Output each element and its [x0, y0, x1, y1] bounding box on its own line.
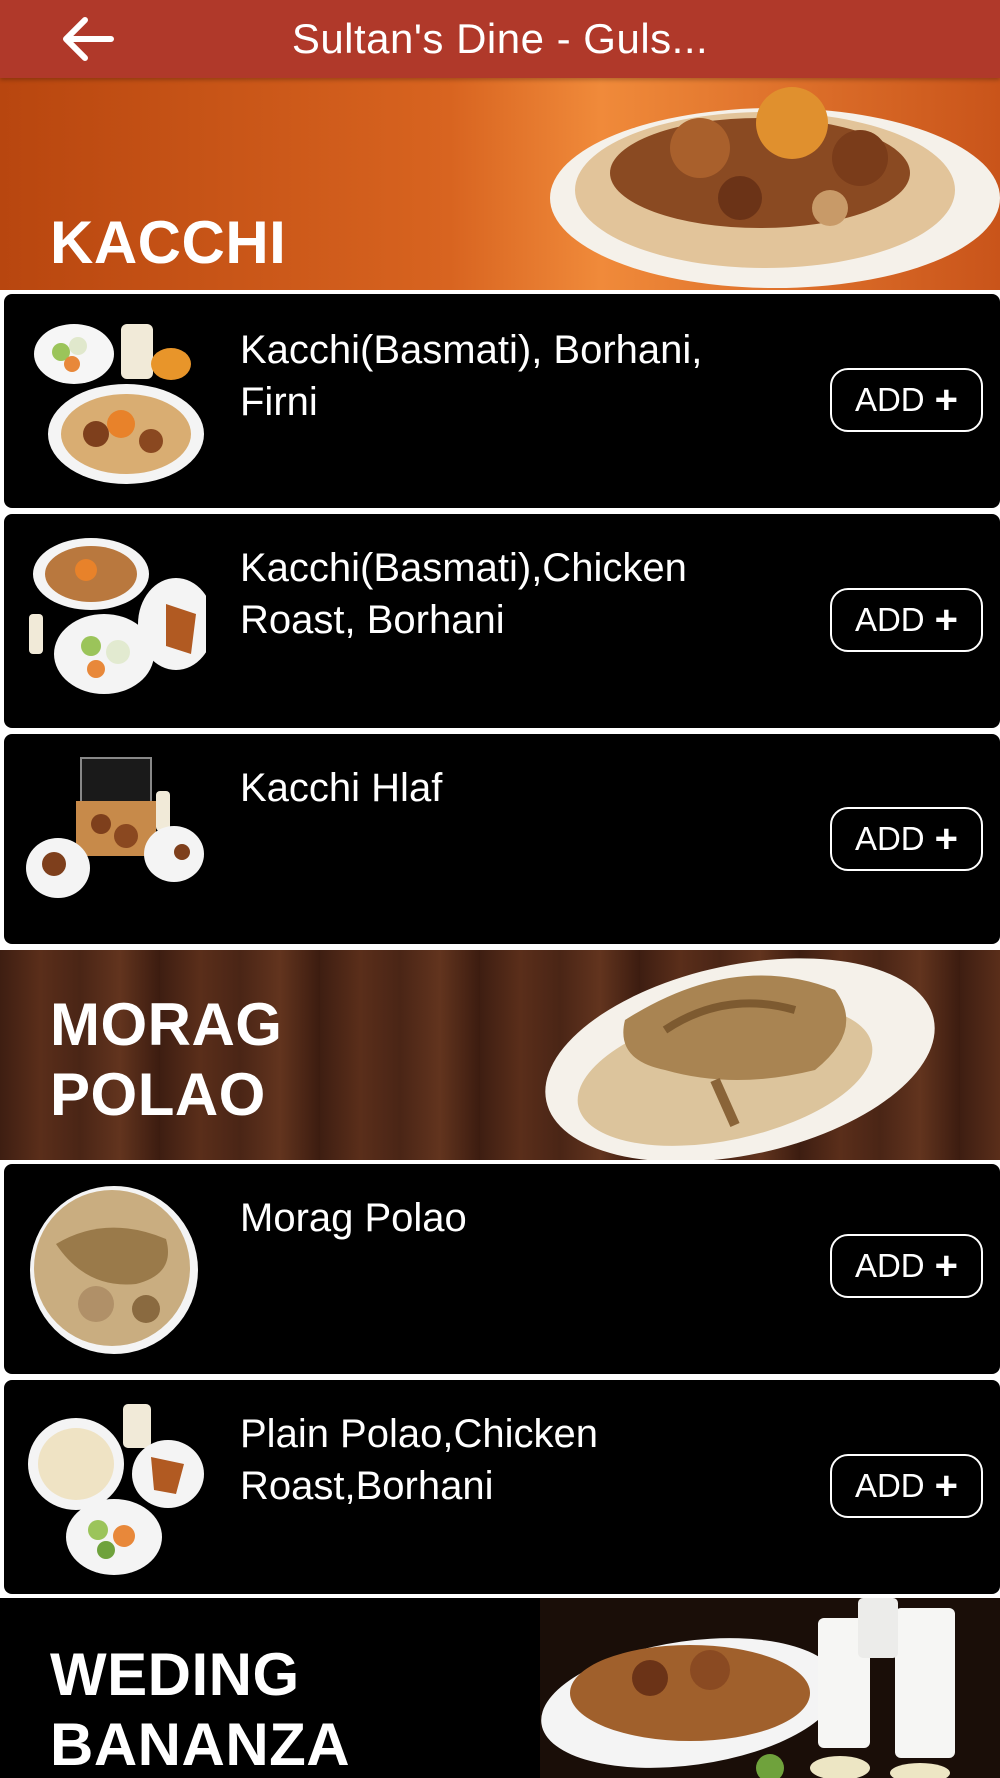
- back-button[interactable]: [52, 10, 122, 68]
- menu-item-name: Kacchi(Basmati),Chicken Roast, Borhani: [240, 546, 687, 642]
- menu-item-name: Morag Polao: [240, 1196, 467, 1240]
- category-title-weding-bananza: WEDING BANANZA: [50, 1641, 351, 1778]
- plus-icon: +: [934, 1244, 959, 1288]
- app-header: Sultan's Dine - Guls...: [0, 0, 1000, 78]
- plus-icon: +: [934, 1464, 959, 1508]
- plus-icon: +: [934, 817, 959, 861]
- page-title: Sultan's Dine - Guls...: [291, 15, 709, 62]
- category-title-kacchi: KACCHI: [50, 209, 287, 276]
- category-banner-kacchi: KACCHI: [0, 78, 1000, 290]
- add-button[interactable]: ADD +: [830, 368, 983, 432]
- morag-polao-thumbnail: [30, 1186, 198, 1354]
- kacchi-chicken-roast-thumbnail: [29, 538, 206, 694]
- menu-item: Kacchi Hlaf ADD +: [4, 734, 1000, 944]
- menu-item: Morag Polao ADD +: [4, 1164, 1000, 1374]
- kacchi-borhani-firni-thumbnail: [34, 324, 204, 484]
- plain-polao-chicken-roast-thumbnail: [28, 1404, 204, 1575]
- menu-item: Plain Polao,Chicken Roast,Borhani ADD +: [4, 1380, 1000, 1594]
- weding-bananza-image: [540, 1598, 1000, 1778]
- menu-item-name: Kacchi Hlaf: [240, 766, 443, 810]
- add-button[interactable]: ADD +: [830, 588, 983, 652]
- add-button[interactable]: ADD +: [830, 807, 983, 871]
- kacchi-hlaf-thumbnail: [26, 757, 204, 898]
- category-banner-morag-polao: MORAG POLAO: [0, 950, 1000, 1160]
- menu-item: Kacchi(Basmati),Chicken Roast, Borhani A…: [4, 514, 1000, 728]
- category-title-morag-polao: MORAG POLAO: [50, 991, 283, 1128]
- morag-polao-plate-image: [545, 958, 935, 1160]
- add-button[interactable]: ADD +: [830, 1234, 983, 1298]
- arrow-left-icon: [63, 17, 114, 61]
- menu-item-name: Plain Polao,Chicken Roast,Borhani: [240, 1412, 598, 1508]
- plus-icon: +: [934, 598, 959, 642]
- kacchi-plate-image: [550, 87, 1000, 288]
- category-banner-weding-bananza: WEDING BANANZA: [0, 1598, 1000, 1778]
- menu-item: Kacchi(Basmati), Borhani, Firni ADD +: [4, 294, 1000, 508]
- menu-item-name: Kacchi(Basmati), Borhani, Firni: [240, 328, 703, 424]
- plus-icon: +: [934, 378, 959, 422]
- add-button[interactable]: ADD +: [830, 1454, 983, 1518]
